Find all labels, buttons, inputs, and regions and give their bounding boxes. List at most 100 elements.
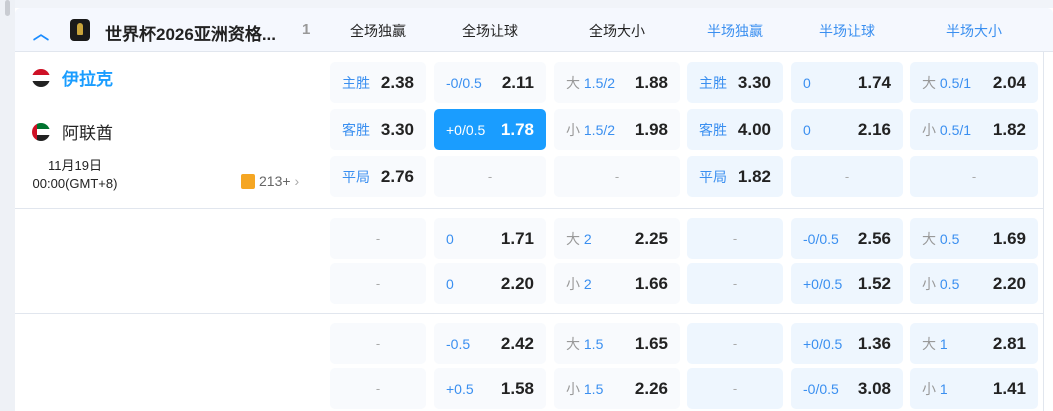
odds-label-group: 小 1.5 [566, 379, 603, 399]
more-markets-count: 213+ [259, 173, 291, 189]
odds-value: 1.98 [634, 119, 668, 139]
odds-cell[interactable]: 小 0.5 2.20 [910, 263, 1038, 304]
scrollbar-thumb[interactable] [5, 0, 10, 16]
odds-cell[interactable]: - [330, 368, 426, 409]
odds-cell[interactable]: +0.5 1.58 [434, 368, 546, 409]
odds-label: 0 [446, 230, 454, 247]
league-header: ︿ 世界杯2026亚洲资格... 1 全场独赢 全场让球 全场大小 半场独赢 半场让球半… [15, 8, 1053, 52]
odds-cell[interactable]: - [330, 263, 426, 304]
odds-cell[interactable]: 客胜 3.30 [330, 109, 426, 150]
column-header-5[interactable]: 半场让球 [791, 21, 903, 41]
odds-cell[interactable]: 主胜 3.30 [687, 62, 783, 103]
odds-label: 客胜 [699, 121, 727, 138]
odds-value: 1.82 [992, 119, 1026, 139]
odds-cell[interactable]: 平局 1.82 [687, 156, 783, 197]
odds-cell[interactable]: -0/0.5 2.56 [791, 218, 903, 259]
over-under-label: 大 [922, 335, 936, 352]
odds-value: 1.78 [500, 119, 534, 139]
odds-label-group: +0.5 [446, 381, 474, 397]
odds-label: 1 [939, 335, 948, 352]
odds-value: 2.56 [857, 228, 891, 248]
odds-cell[interactable]: 大 1.5 1.65 [554, 323, 680, 364]
odds-cell[interactable]: 小 1.5 2.26 [554, 368, 680, 409]
odds-value: 1.88 [634, 72, 668, 92]
odds-label: 平局 [342, 168, 370, 185]
odds-cell[interactable]: - [687, 368, 783, 409]
home-team-name: 伊拉克 [62, 70, 113, 89]
away-team[interactable]: 阿联酋 [32, 119, 113, 144]
iraq-flag-icon [32, 68, 50, 87]
over-under-label: 小 [922, 380, 936, 397]
odds-cell[interactable]: 大 0.5/1 2.04 [910, 62, 1038, 103]
odds-cell[interactable]: 小 0.5/1 1.82 [910, 109, 1038, 150]
odds-label-group: 小 0.5/1 [922, 120, 971, 140]
odds-label-group: 0 [446, 276, 454, 292]
odds-value: 2.26 [634, 378, 668, 398]
odds-cell[interactable]: 小 1.5/2 1.98 [554, 109, 680, 150]
column-header-2[interactable]: 全场让球 [434, 21, 546, 41]
odds-cell[interactable]: 小 1 1.41 [910, 368, 1038, 409]
odds-cell[interactable]: 0 1.71 [434, 218, 546, 259]
odds-label: +0/0.5 [803, 335, 843, 352]
more-markets-link[interactable]: 213+ › [241, 173, 299, 189]
odds-cell[interactable]: 大 1.5/2 1.88 [554, 62, 680, 103]
odds-cell[interactable]: 0 2.20 [434, 263, 546, 304]
chevron-up-icon[interactable]: ︿ [33, 20, 49, 44]
divider [15, 313, 1043, 314]
odds-cell[interactable]: 客胜 4.00 [687, 109, 783, 150]
odds-cell[interactable]: 小 2 1.66 [554, 263, 680, 304]
left-scrollbar[interactable] [0, 0, 15, 411]
odds-cell[interactable]: - [687, 218, 783, 259]
odds-label-group: 大 0.5 [922, 229, 959, 249]
odds-cell[interactable]: +0/0.5 1.36 [791, 323, 903, 364]
odds-cell[interactable]: - [434, 156, 546, 197]
odds-label: -0/0.5 [446, 74, 482, 91]
odds-cell[interactable]: 0 2.16 [791, 109, 903, 150]
odds-cell[interactable]: 主胜 2.38 [330, 62, 426, 103]
odds-label-group: 平局 [699, 167, 727, 187]
column-header-4[interactable]: 半场独赢 [687, 21, 783, 41]
odds-cell[interactable]: +0/0.5 1.78 [434, 109, 546, 150]
odds-cell[interactable]: 0 1.74 [791, 62, 903, 103]
odds-cell[interactable]: +0/0.5 1.52 [791, 263, 903, 304]
column-header-1[interactable]: 全场独赢 [330, 21, 426, 41]
odds-label-group: +0/0.5 [803, 276, 842, 292]
odds-cell[interactable]: -0/0.5 3.08 [791, 368, 903, 409]
odds-cell[interactable]: - [330, 323, 426, 364]
odds-cell[interactable]: - [910, 156, 1038, 197]
odds-cell[interactable]: - [687, 263, 783, 304]
home-team[interactable]: 伊拉克 [32, 65, 113, 90]
odds-value: 2.81 [992, 333, 1026, 353]
odds-cell[interactable]: - [687, 323, 783, 364]
odds-value: 3.30 [737, 72, 771, 92]
odds-label: 0.5 [939, 275, 960, 292]
odds-cell[interactable]: 大 0.5 1.69 [910, 218, 1038, 259]
odds-value: 2.11 [501, 72, 534, 92]
odds-cell[interactable]: - [554, 156, 680, 197]
odds-cell[interactable]: -0.5 2.42 [434, 323, 546, 364]
odds-label-group: 小 0.5 [922, 274, 959, 294]
divider [15, 208, 1043, 209]
odds-label: 0 [803, 74, 811, 91]
odds-label-group: 小 2 [566, 274, 592, 294]
odds-value: 2.38 [380, 72, 414, 92]
odds-cell[interactable]: - [330, 218, 426, 259]
odds-label: 1.5 [583, 380, 604, 397]
odds-cell[interactable]: 大 1 2.81 [910, 323, 1038, 364]
market-list-icon [241, 173, 255, 189]
odds-label-group: 0 [803, 122, 811, 138]
league-title[interactable]: 世界杯2026亚洲资格... [105, 20, 276, 45]
odds-cell[interactable]: 大 2 2.25 [554, 218, 680, 259]
column-header-3[interactable]: 全场大小 [554, 21, 680, 41]
odds-label-group: -0/0.5 [803, 381, 839, 397]
odds-label-group: -0/0.5 [803, 231, 839, 247]
odds-cell[interactable]: - [791, 156, 903, 197]
odds-label-group: +0/0.5 [803, 336, 842, 352]
odds-value: 2.20 [992, 273, 1026, 293]
odds-value: 2.04 [992, 72, 1026, 92]
odds-cell[interactable]: 平局 2.76 [330, 156, 426, 197]
over-under-label: 小 [922, 275, 936, 292]
match-clock: 00:00(GMT+8) [32, 176, 118, 191]
odds-cell[interactable]: -0/0.5 2.11 [434, 62, 546, 103]
column-header-6[interactable]: 半场大小 [910, 21, 1038, 41]
